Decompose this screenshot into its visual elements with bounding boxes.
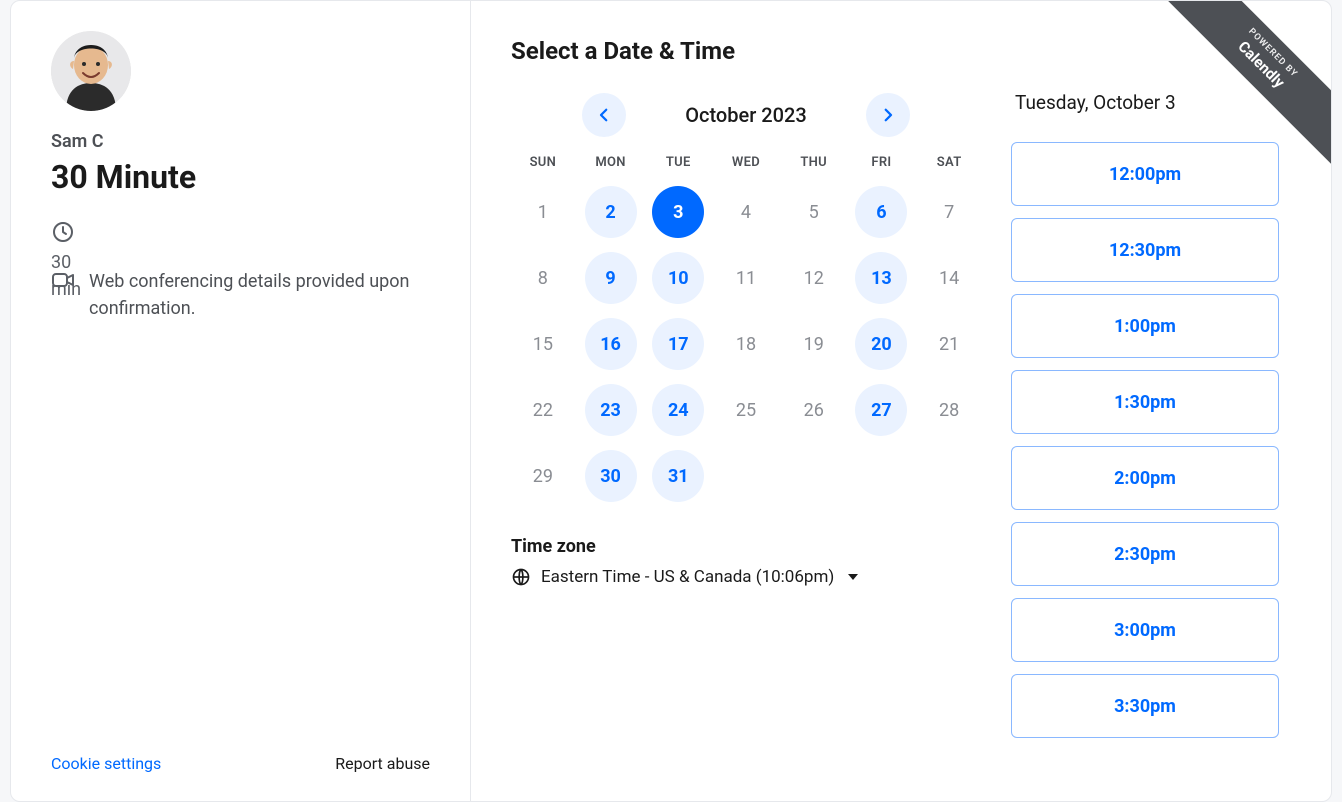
timezone-block: Time zone Eastern Time - US & Canada (10… [511,536,981,587]
calendar-day-4: 4 [714,186,778,238]
selected-date-heading: Tuesday, October 3 [1015,91,1301,114]
page-title: Select a Date & Time [511,37,981,65]
left-footer: Cookie settings Report abuse [51,734,430,781]
timezone-label: Time zone [511,536,981,557]
report-abuse-link[interactable]: Report abuse [335,754,430,773]
globe-icon [511,567,531,587]
cookie-settings-link[interactable]: Cookie settings [51,754,161,773]
event-info-panel: Sam C 30 Minute 30 min Web conferencing … [11,1,471,801]
weekday-label: MON [579,155,643,170]
calendar-day-23[interactable]: 23 [585,384,637,436]
weekday-label: TUE [646,155,710,170]
calendar-day-29: 29 [511,450,575,502]
time-slot[interactable]: 3:00pm [1011,598,1279,662]
calendar-day-30[interactable]: 30 [585,450,637,502]
calendar-day-13[interactable]: 13 [855,252,907,304]
calendar-day-16[interactable]: 16 [585,318,637,370]
weekday-label: WED [714,155,778,170]
calendar-day-31[interactable]: 31 [652,450,704,502]
calendar-day-22: 22 [511,384,575,436]
time-slot[interactable]: 1:30pm [1011,370,1279,434]
chevron-right-icon [879,106,897,124]
time-slot[interactable]: 2:00pm [1011,446,1279,510]
location-row: Web conferencing details provided upon c… [51,268,430,322]
calendar-day-3[interactable]: 3 [652,186,704,238]
host-name: Sam C [51,131,430,152]
booking-card: POWERED BY Calendly [10,0,1332,802]
avatar [51,31,131,111]
calendar-day-1: 1 [511,186,575,238]
calendar-day-9[interactable]: 9 [585,252,637,304]
time-slot[interactable]: 1:00pm [1011,294,1279,358]
calendar-day-10[interactable]: 10 [652,252,704,304]
time-slots-list[interactable]: 12:00pm 12:30pm 1:00pm 1:30pm 2:00pm 2:30pm 3:… [1011,142,1301,762]
calendar-day-19: 19 [782,318,846,370]
calendar-day-20[interactable]: 20 [855,318,907,370]
weekday-label: SAT [917,155,981,170]
weekday-label: THU [782,155,846,170]
weekday-label: SUN [511,155,575,170]
calendar-area: Select a Date & Time October 2023 SUN MON… [511,37,981,781]
time-slot[interactable]: 12:30pm [1011,218,1279,282]
calendar-day-12: 12 [782,252,846,304]
calendar-day-17[interactable]: 17 [652,318,704,370]
scheduling-panel: Select a Date & Time October 2023 SUN MON… [471,1,1331,801]
calendar-day-18: 18 [714,318,778,370]
timezone-value: Eastern Time - US & Canada (10:06pm) [541,567,834,587]
weekday-header: SUN MONTUE WED THU FRISAT [511,155,981,170]
calendar-day-26: 26 [782,384,846,436]
timezone-selector[interactable]: Eastern Time - US & Canada (10:06pm) [511,567,981,587]
time-slots-area: Tuesday, October 3 12:00pm12:30pm1:00pm1… [1011,37,1301,781]
calendar-day-14: 14 [917,252,981,304]
caret-down-icon [848,574,858,580]
calendar-day-6[interactable]: 6 [855,186,907,238]
calendar-day-11: 11 [714,252,778,304]
time-slot[interactable]: 2:30pm [1011,522,1279,586]
calendar-day-7: 7 [917,186,981,238]
duration-row: 30 min [51,220,430,244]
video-icon [51,268,75,292]
chevron-left-icon [595,106,613,124]
calendar-day-21: 21 [917,318,981,370]
calendar-day-28: 28 [917,384,981,436]
calendar-day-5: 5 [782,186,846,238]
prev-month-button[interactable] [582,93,626,137]
time-slot[interactable]: 12:00pm [1011,142,1279,206]
calendar-day-2[interactable]: 2 [585,186,637,238]
clock-icon: 30 min [51,220,75,244]
calendar-day-8: 8 [511,252,575,304]
weekday-label: FRI [850,155,914,170]
calendar-day-25: 25 [714,384,778,436]
calendar-day-27[interactable]: 27 [855,384,907,436]
calendar-day-15: 15 [511,318,575,370]
month-nav: October 2023 [511,93,981,137]
location-text: Web conferencing details provided upon c… [89,268,430,322]
days-grid: 1234567891011121314151617181920212223242… [511,186,981,502]
month-label: October 2023 [666,103,826,127]
event-title: 30 Minute [51,158,430,196]
calendar-day-24[interactable]: 24 [652,384,704,436]
next-month-button[interactable] [866,93,910,137]
time-slot[interactable]: 3:30pm [1011,674,1279,738]
